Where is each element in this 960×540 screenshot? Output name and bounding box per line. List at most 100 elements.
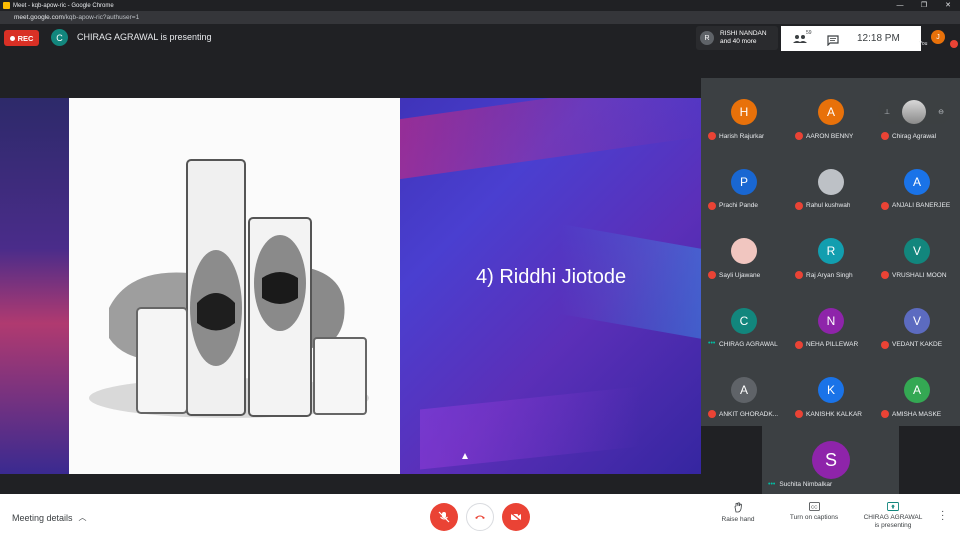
participant-tile[interactable]: N NEHA PILLEWAR — [788, 286, 874, 356]
address-bar[interactable]: meet.google.com/kqb-apow-ric?authuser=1 — [0, 11, 960, 24]
participant-tile[interactable]: Sayli Ujawane — [701, 217, 787, 286]
meeting-details-label: Meeting details — [12, 512, 73, 523]
mic-off-icon — [708, 271, 716, 279]
raise-hand-button[interactable]: Raise hand — [718, 502, 758, 524]
mic-off-icon — [881, 201, 889, 210]
participant-avatar: N — [818, 307, 844, 334]
participant-name: Harish Rajurkar — [719, 132, 765, 140]
presenting-line2: is presenting — [874, 522, 912, 529]
others-avatar: R — [700, 31, 714, 45]
mic-off-icon — [881, 132, 889, 140]
clock: 12:18 PM — [857, 33, 900, 44]
mic-off-icon — [438, 511, 450, 523]
participant-tile[interactable]: Rahul kushwah — [788, 147, 874, 217]
other-participants-chip[interactable]: R RISHI NANDAN and 40 more — [696, 26, 778, 50]
paint-streak — [420, 386, 640, 470]
self-label: You — [919, 41, 928, 47]
participants-grid: H Harish Rajurkar A AARON BENNY ⊥ ⊖ Chirag Agr… — [701, 78, 960, 426]
participant-name: VEDANT KAKDE — [892, 341, 943, 348]
paint-streak — [400, 98, 700, 180]
close-window-button[interactable]: ✕ — [936, 0, 960, 11]
speaking-indicator-icon: ••• — [768, 481, 776, 488]
tile-hover-controls[interactable]: ⊥ ⊖ — [878, 100, 950, 124]
participant-name: NEHA PILLEWAR — [806, 341, 859, 348]
url-host: meet.google.com — [14, 14, 64, 21]
meeting-details-button[interactable]: Meeting details ︿ — [12, 512, 87, 523]
mic-off-icon — [881, 340, 889, 349]
participant-avatar: R — [818, 238, 844, 264]
others-line2: and 40 more — [720, 38, 757, 45]
hang-up-icon — [475, 515, 485, 519]
pin-icon[interactable]: ⊥ — [884, 108, 890, 116]
participant-name: Suchita Nimbalkar — [779, 481, 833, 488]
mic-off-icon — [708, 201, 716, 210]
participant-avatar: V — [904, 307, 930, 334]
mic-off-icon — [795, 132, 803, 140]
participant-tile[interactable]: P Prachi Pande — [701, 147, 787, 217]
mic-toggle-button[interactable] — [430, 503, 458, 531]
captions-icon: CC — [808, 502, 820, 511]
participant-avatar — [731, 238, 757, 264]
participant-name: Raj Aryan Singh — [806, 271, 853, 279]
window-title: Meet - kqb-apow-ric - Google Chrome — [13, 2, 114, 9]
mic-off-icon — [795, 340, 803, 349]
presentation-stage: 4) Riddhi Jiotode — [0, 98, 701, 474]
participant-tile[interactable]: S ••• Suchita Nimbalkar — [762, 426, 899, 494]
participant-tile[interactable]: A ANJALI BANERJEE — [874, 147, 960, 217]
participant-tile[interactable]: V VEDANT KAKDE — [874, 286, 960, 356]
url-path: /kqb-apow-ric?authuser=1 — [63, 14, 140, 21]
participant-avatar: C — [731, 307, 757, 334]
top-right-panel: 59 12:18 PM — [781, 26, 921, 51]
participant-avatar: V — [904, 238, 930, 264]
mouse-cursor-icon — [462, 453, 468, 459]
participant-name: KANISHK KALKAR — [806, 410, 862, 418]
chevron-up-icon: ︿ — [78, 513, 87, 522]
participant-tile[interactable]: H Harish Rajurkar — [701, 78, 787, 147]
remove-icon[interactable]: ⊖ — [938, 108, 944, 116]
participant-tile[interactable]: R Raj Aryan Singh — [788, 217, 874, 286]
participant-name: Sayli Ujawane — [719, 271, 761, 279]
participant-tile[interactable]: ⊥ ⊖ Chirag Agrawal — [874, 78, 960, 147]
chat-button[interactable] — [827, 33, 841, 46]
maximize-button[interactable]: ❐ — [912, 0, 936, 11]
mic-off-icon — [881, 410, 889, 418]
participant-name: Chirag Agrawal — [892, 132, 937, 140]
participant-tile[interactable]: C ••• CHIRAG AGRAWAL — [701, 286, 787, 356]
camera-toggle-button[interactable] — [502, 503, 530, 531]
mic-off-icon — [708, 132, 716, 140]
participant-tile[interactable]: A AARON BENNY — [788, 78, 874, 147]
chat-icon — [827, 34, 839, 46]
participant-name: Rahul kushwah — [806, 202, 851, 209]
participant-name: Prachi Pande — [719, 202, 759, 209]
participant-avatar: A — [818, 99, 844, 125]
leave-call-button[interactable] — [466, 503, 494, 531]
present-now-button[interactable]: CHIRAG AGRAWAL is presenting — [860, 502, 926, 530]
browser-titlebar: Meet - kqb-apow-ric - Google Chrome — ❐ … — [0, 0, 960, 11]
mic-off-icon — [795, 201, 803, 210]
camera-off-icon — [510, 512, 522, 522]
slide-artwork — [69, 98, 400, 474]
self-tile[interactable]: J You — [919, 27, 960, 51]
participant-name: ANJALI BANERJEE — [892, 202, 951, 209]
glass-artwork-image — [89, 159, 369, 418]
mic-off-icon — [795, 410, 803, 418]
more-options-icon[interactable]: · · · — [941, 507, 944, 525]
participant-tile[interactable]: A ANKIT GHORADK... — [701, 356, 787, 425]
participant-avatar: S — [812, 441, 850, 479]
participant-name: CHIRAG AGRAWAL — [719, 340, 778, 348]
people-count: 59 — [806, 29, 812, 36]
speaking-indicator-icon: ••• — [708, 340, 716, 347]
svg-text:CC: CC — [811, 505, 818, 510]
people-button[interactable]: 59 — [793, 30, 812, 44]
participant-tile[interactable]: A AMISHA MASKE — [874, 356, 960, 425]
rec-label: REC — [17, 33, 34, 43]
minimize-button[interactable]: — — [888, 0, 912, 11]
participant-tile[interactable]: K KANISHK KALKAR — [788, 356, 874, 425]
participant-tile[interactable]: V VRUSHALI MOON — [874, 217, 960, 286]
bottom-toolbar: Meeting details ︿ Raise hand CC Turn on … — [0, 494, 960, 540]
captions-label: Turn on captions — [789, 514, 839, 521]
participant-photo — [902, 100, 927, 124]
meet-favicon-icon — [3, 2, 10, 9]
captions-button[interactable]: CC Turn on captions — [785, 502, 843, 522]
hand-icon — [734, 502, 742, 513]
